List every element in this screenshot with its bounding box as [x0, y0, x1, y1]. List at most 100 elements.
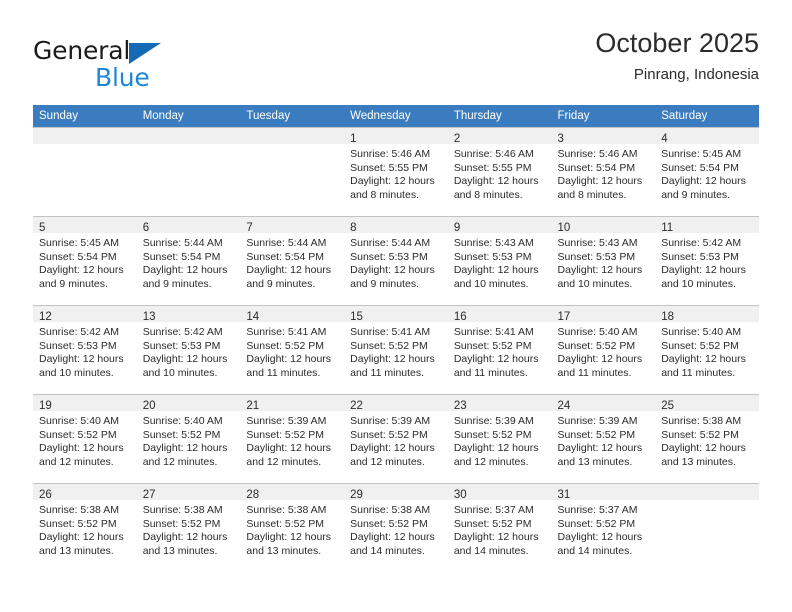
- page-subtitle: Pinrang, Indonesia: [633, 66, 759, 83]
- day-details: Sunrise: 5:38 AM Sunset: 5:52 PM Daylight:…: [137, 500, 241, 558]
- daylight-text: Daylight: 12 hours and 12 minutes.: [246, 442, 332, 468]
- sunset-text: Sunset: 5:53 PM: [453, 250, 532, 263]
- sunrise-text: Sunrise: 5:46 AM: [557, 148, 638, 160]
- calendar-day-31[interactable]: 31 Sunrise: 5:37 AM Sunset: 5:52 PM Dayligh…: [551, 483, 656, 572]
- daylight-text: Daylight: 12 hours and 14 minutes.: [453, 531, 539, 557]
- calendar-cell: 17 Sunrise: 5:40 AM Sunset: 5:52 PM Dayligh…: [551, 305, 656, 394]
- sunrise-text: Sunrise: 5:39 AM: [453, 415, 534, 427]
- calendar-day-25[interactable]: 25 Sunrise: 5:38 AM Sunset: 5:52 PM Dayligh…: [655, 394, 759, 483]
- calendar-day-6[interactable]: 6 Sunrise: 5:44 AM Sunset: 5:54 PM Daylight…: [136, 216, 241, 305]
- calendar-day-17[interactable]: 17 Sunrise: 5:40 AM Sunset: 5:52 PM Dayligh…: [551, 305, 656, 394]
- calendar-cell: 21 Sunrise: 5:39 AM Sunset: 5:52 PM Dayligh…: [240, 394, 345, 483]
- calendar-cell: 7 Sunrise: 5:44 AM Sunset: 5:54 PM Daylight…: [240, 216, 345, 305]
- calendar-day-7[interactable]: 7 Sunrise: 5:44 AM Sunset: 5:54 PM Daylight…: [240, 216, 345, 305]
- daylight-text: Daylight: 12 hours and 9 minutes.: [142, 264, 228, 290]
- calendar-day-27[interactable]: 27 Sunrise: 5:38 AM Sunset: 5:52 PM Dayligh…: [136, 483, 241, 572]
- day-number: 17: [557, 311, 571, 323]
- calendar-day-1[interactable]: 1 Sunrise: 5:46 AM Sunset: 5:55 PM Daylight…: [344, 127, 448, 216]
- sunset-text: Sunset: 5:54 PM: [246, 250, 325, 263]
- sunrise-text: Sunrise: 5:44 AM: [142, 237, 223, 249]
- calendar-day-5[interactable]: 5 Sunrise: 5:45 AM Sunset: 5:54 PM Daylight…: [33, 216, 137, 305]
- calendar-day-19[interactable]: 19 Sunrise: 5:40 AM Sunset: 5:52 PM Dayligh…: [33, 394, 137, 483]
- daylight-text: Daylight: 12 hours and 8 minutes.: [350, 175, 435, 201]
- calendar-cell: 18 Sunrise: 5:40 AM Sunset: 5:52 PM Dayligh…: [655, 305, 759, 394]
- daylight-text: Daylight: 12 hours and 12 minutes.: [142, 442, 228, 468]
- triangle-logo-icon: [129, 43, 161, 64]
- day-details: Sunrise: 5:44 AM Sunset: 5:53 PM Daylight:…: [344, 233, 448, 291]
- calendar-day-3[interactable]: 3 Sunrise: 5:46 AM Sunset: 5:54 PM Daylight…: [551, 127, 656, 216]
- calendar-day-12[interactable]: 12 Sunrise: 5:42 AM Sunset: 5:53 PM Dayligh…: [33, 305, 137, 394]
- day-details: [33, 144, 137, 148]
- day-number: 18: [661, 311, 675, 323]
- calendar-day-23[interactable]: 23 Sunrise: 5:39 AM Sunset: 5:52 PM Dayligh…: [447, 394, 552, 483]
- calendar-day-28[interactable]: 28 Sunrise: 5:38 AM Sunset: 5:52 PM Dayligh…: [240, 483, 345, 572]
- day-number: 25: [661, 400, 675, 412]
- calendar-cell: 11 Sunrise: 5:42 AM Sunset: 5:53 PM Dayligh…: [655, 216, 759, 305]
- sunset-text: Sunset: 5:52 PM: [246, 339, 325, 352]
- daylight-text: Daylight: 12 hours and 10 minutes.: [142, 353, 228, 379]
- sunrise-text: Sunrise: 5:38 AM: [39, 504, 119, 516]
- sunset-text: Sunset: 5:52 PM: [453, 428, 532, 441]
- day-number-band: 7: [240, 217, 345, 234]
- calendar-day-30[interactable]: 30 Sunrise: 5:37 AM Sunset: 5:52 PM Dayligh…: [447, 483, 552, 572]
- day-number-band: 13: [136, 306, 241, 323]
- daylight-text: Daylight: 12 hours and 10 minutes.: [453, 264, 539, 290]
- sunrise-text: Sunrise: 5:38 AM: [350, 504, 431, 516]
- calendar-day-26[interactable]: 26 Sunrise: 5:38 AM Sunset: 5:52 PM Dayligh…: [33, 483, 137, 572]
- calendar-day-18[interactable]: 18 Sunrise: 5:40 AM Sunset: 5:52 PM Dayligh…: [655, 305, 759, 394]
- calendar-day-2[interactable]: 2 Sunrise: 5:46 AM Sunset: 5:55 PM Daylight…: [447, 127, 552, 216]
- sunrise-text: Sunrise: 5:41 AM: [350, 326, 431, 338]
- daylight-text: Daylight: 12 hours and 13 minutes.: [557, 442, 643, 468]
- calendar-week-row: 1 Sunrise: 5:46 AM Sunset: 5:55 PM Daylight…: [33, 127, 759, 216]
- day-number: 4: [661, 133, 668, 145]
- day-number-band: 25: [655, 395, 759, 412]
- sunrise-text: Sunrise: 5:40 AM: [39, 415, 119, 427]
- daylight-text: Daylight: 12 hours and 10 minutes.: [661, 264, 746, 290]
- day-number-band: 26: [33, 484, 137, 501]
- calendar-day-20[interactable]: 20 Sunrise: 5:40 AM Sunset: 5:52 PM Dayligh…: [136, 394, 241, 483]
- calendar-day-10[interactable]: 10 Sunrise: 5:43 AM Sunset: 5:53 PM Dayligh…: [551, 216, 656, 305]
- day-number-band: [136, 128, 241, 144]
- day-number: 12: [39, 311, 52, 323]
- calendar-day-22[interactable]: 22 Sunrise: 5:39 AM Sunset: 5:52 PM Dayligh…: [344, 394, 448, 483]
- sunrise-text: Sunrise: 5:40 AM: [661, 326, 742, 338]
- sunset-text: Sunset: 5:52 PM: [39, 517, 117, 530]
- calendar-day-16[interactable]: 16 Sunrise: 5:41 AM Sunset: 5:52 PM Dayligh…: [447, 305, 552, 394]
- calendar-day-14[interactable]: 14 Sunrise: 5:41 AM Sunset: 5:52 PM Dayligh…: [240, 305, 345, 394]
- calendar-day-11[interactable]: 11 Sunrise: 5:42 AM Sunset: 5:53 PM Dayligh…: [655, 216, 759, 305]
- day-number-band: 23: [447, 395, 552, 412]
- day-details: Sunrise: 5:37 AM Sunset: 5:52 PM Daylight:…: [448, 500, 552, 558]
- day-details: Sunrise: 5:38 AM Sunset: 5:52 PM Daylight:…: [240, 500, 344, 558]
- calendar-cell: [655, 483, 759, 572]
- calendar-day-empty: [136, 127, 241, 216]
- day-number: 14: [246, 311, 260, 323]
- calendar-day-21[interactable]: 21 Sunrise: 5:39 AM Sunset: 5:52 PM Dayligh…: [240, 394, 345, 483]
- day-number: 23: [453, 400, 467, 412]
- calendar-day-24[interactable]: 24 Sunrise: 5:39 AM Sunset: 5:52 PM Dayligh…: [551, 394, 656, 483]
- calendar-day-13[interactable]: 13 Sunrise: 5:42 AM Sunset: 5:53 PM Dayligh…: [136, 305, 241, 394]
- day-details: [240, 144, 344, 148]
- calendar-day-9[interactable]: 9 Sunrise: 5:43 AM Sunset: 5:53 PM Daylight…: [447, 216, 552, 305]
- calendar-cell: 19 Sunrise: 5:40 AM Sunset: 5:52 PM Dayligh…: [33, 394, 137, 483]
- calendar-cell: 16 Sunrise: 5:41 AM Sunset: 5:52 PM Dayligh…: [447, 305, 552, 394]
- brand-logo[interactable]: General Blue: [33, 26, 253, 92]
- calendar-cell: 12 Sunrise: 5:42 AM Sunset: 5:53 PM Dayligh…: [33, 305, 137, 394]
- day-details: Sunrise: 5:43 AM Sunset: 5:53 PM Daylight:…: [448, 233, 552, 291]
- day-details: Sunrise: 5:42 AM Sunset: 5:53 PM Daylight:…: [655, 233, 759, 291]
- calendar-day-4[interactable]: 4 Sunrise: 5:45 AM Sunset: 5:54 PM Daylight…: [655, 127, 759, 216]
- calendar-day-29[interactable]: 29 Sunrise: 5:38 AM Sunset: 5:52 PM Dayligh…: [344, 483, 448, 572]
- calendar-day-15[interactable]: 15 Sunrise: 5:41 AM Sunset: 5:52 PM Dayligh…: [344, 305, 448, 394]
- sunset-text: Sunset: 5:52 PM: [661, 339, 739, 352]
- sunrise-text: Sunrise: 5:41 AM: [453, 326, 534, 338]
- day-number-band: 31: [551, 484, 656, 501]
- day-number: 7: [246, 222, 253, 234]
- day-number: 19: [39, 400, 52, 412]
- title-block: October 2025 Pinrang, Indonesia: [595, 26, 759, 86]
- day-details: Sunrise: 5:39 AM Sunset: 5:52 PM Daylight:…: [344, 411, 448, 469]
- calendar-day-8[interactable]: 8 Sunrise: 5:44 AM Sunset: 5:53 PM Daylight…: [344, 216, 448, 305]
- sunset-text: Sunset: 5:52 PM: [453, 339, 532, 352]
- sunrise-text: Sunrise: 5:42 AM: [39, 326, 119, 338]
- sunset-text: Sunset: 5:54 PM: [142, 250, 221, 263]
- day-details: [137, 144, 241, 148]
- day-number: 30: [453, 489, 467, 501]
